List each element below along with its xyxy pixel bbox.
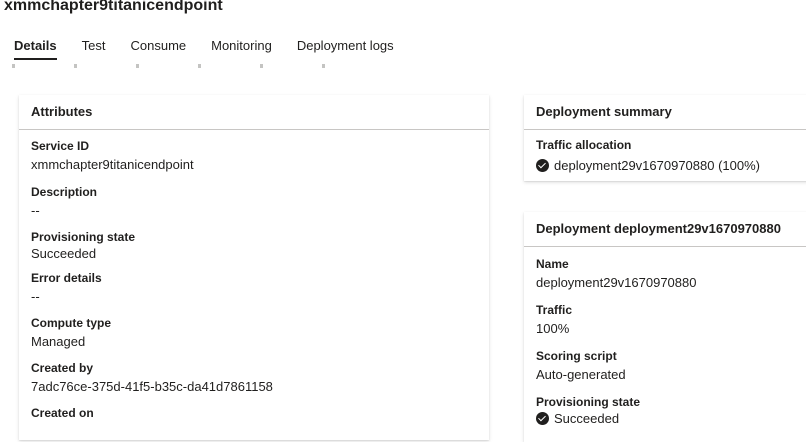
scoring-script-field: Scoring script Auto-generated [524,349,806,383]
deployment-name-value: deployment29v1670970880 [536,275,697,290]
description-value: -- [31,203,40,218]
compute-type-value: Managed [31,334,86,349]
provisioning-state-value: Succeeded [31,246,97,261]
traffic-allocation-field: Traffic allocation deployment29v16709708… [524,138,806,174]
created-by-label: Created by [31,361,94,375]
description-label: Description [31,185,98,199]
endpoint-title: xmmchapter9titanicendpoint [4,0,223,14]
error-details-field: Error details -- [19,271,489,305]
provisioning-state-label: Provisioning state [31,230,136,244]
tab-bar: Details Test Consume Monitoring Deployme… [14,38,419,60]
deployment-provisioning-value-row: Succeeded [536,410,806,427]
traffic-allocation-value-row: deployment29v1670970880 (100%) [536,157,806,174]
attributes-card: Attributes Service ID xmmchapter9titanic… [19,95,489,440]
deployment-provisioning-value: Succeeded [554,411,620,426]
service-id-label: Service ID [31,139,90,153]
provisioning-state-field: Provisioning state Succeeded [19,230,489,262]
service-id-value: xmmchapter9titanicendpoint [31,157,194,172]
error-details-label: Error details [31,271,102,285]
attributes-header: Attributes [19,95,489,130]
check-circle-icon [536,159,549,172]
error-details-value: -- [31,289,40,304]
compute-type-label: Compute type [31,316,112,330]
deployment-provisioning-field: Provisioning state Succeeded [524,395,806,427]
description-field: Description -- [19,185,489,219]
service-id-field: Service ID xmmchapter9titanicendpoint [19,139,489,173]
tab-deployment-logs[interactable]: Deployment logs [297,38,394,53]
traffic-allocation-value[interactable]: deployment29v1670970880 (100%) [554,158,760,173]
compute-type-field: Compute type Managed [19,316,489,350]
deployment-details-card: Deployment deployment29v1670970880 Name … [524,212,806,442]
tab-test[interactable]: Test [82,38,106,53]
deployment-summary-card: Deployment summary Traffic allocation de… [524,95,806,181]
deployment-traffic-field: Traffic 100% [524,303,806,337]
created-on-label: Created on [31,406,94,420]
deployment-summary-header: Deployment summary [524,95,806,130]
deployment-name-field: Name deployment29v1670970880 [524,257,806,291]
created-on-field: Created on [19,406,489,421]
truncated-content-strip [12,64,352,68]
scoring-script-value: Auto-generated [536,367,626,382]
tab-details[interactable]: Details [14,38,57,60]
deployment-traffic-value: 100% [536,321,570,336]
deployment-traffic-label: Traffic [536,303,573,317]
tab-consume[interactable]: Consume [130,38,186,53]
check-circle-icon [536,412,549,425]
tab-monitoring[interactable]: Monitoring [211,38,272,53]
deployment-name-label: Name [536,257,569,271]
traffic-allocation-label: Traffic allocation [536,138,632,152]
created-by-field: Created by 7adc76ce-375d-41f5-b35c-da41d… [19,361,489,395]
deployment-details-header: Deployment deployment29v1670970880 [524,212,806,247]
scoring-script-label: Scoring script [536,349,617,363]
deployment-provisioning-label: Provisioning state [536,395,641,409]
created-by-value: 7adc76ce-375d-41f5-b35c-da41d7861158 [31,379,273,394]
